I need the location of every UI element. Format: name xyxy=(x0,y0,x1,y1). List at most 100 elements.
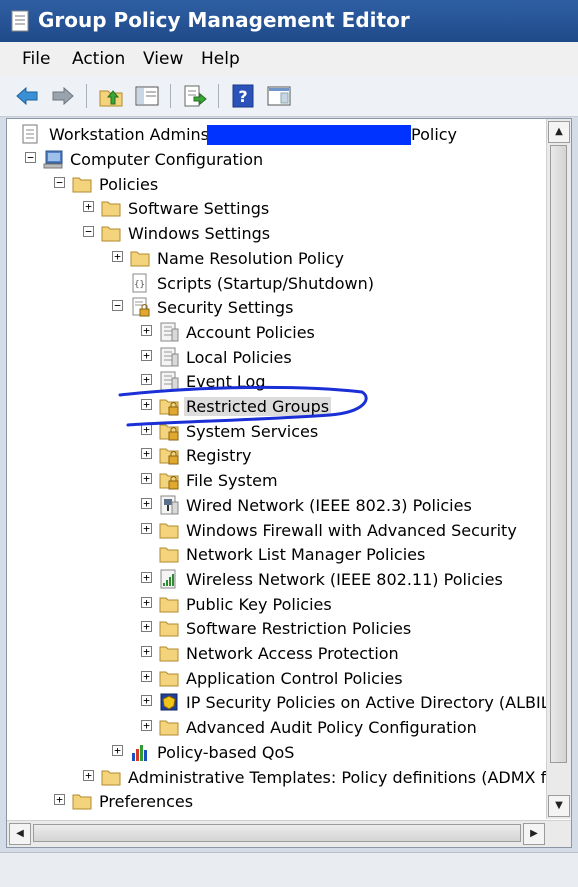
scroll-down-button[interactable]: ▼ xyxy=(548,795,570,817)
folder-icon xyxy=(159,646,179,662)
tree-node-ip-security-policies-on-active-directory-albil-c[interactable]: + IP Security Policies on Active Director… xyxy=(7,691,547,715)
folder-icon xyxy=(159,671,179,687)
tree-node-label: Public Key Policies xyxy=(186,595,332,614)
collapse-toggle-icon[interactable]: − xyxy=(25,152,36,163)
tree-node-windows-settings[interactable]: − Windows Settings xyxy=(7,222,547,246)
tree-node-label: Local Policies xyxy=(186,348,292,367)
wireless-network-icon xyxy=(160,569,176,589)
tree-node-restricted-groups[interactable]: + Restricted Groups xyxy=(7,395,547,419)
tree-node-network-list-manager-policies[interactable]: Network List Manager Policies xyxy=(7,543,547,567)
expand-toggle-icon[interactable]: + xyxy=(141,597,152,608)
expand-toggle-icon[interactable]: + xyxy=(83,201,94,212)
menu-action[interactable]: Action xyxy=(72,49,125,69)
tree-node-advanced-audit-policy-configuration[interactable]: + Advanced Audit Policy Configuration xyxy=(7,716,547,740)
expand-toggle-icon[interactable]: + xyxy=(141,498,152,509)
tree-node-wired-network-ieee-802-3-policies[interactable]: + Wired Network (IEEE 802.3) Policies xyxy=(7,494,547,518)
tree-node-account-policies[interactable]: + Account Policies xyxy=(7,321,547,345)
show-hide-tree-icon[interactable] xyxy=(134,83,160,109)
scroll-up-button[interactable]: ▲ xyxy=(548,121,570,143)
collapse-toggle-icon[interactable]: − xyxy=(112,300,123,311)
collapse-toggle-icon[interactable]: − xyxy=(54,177,65,188)
up-folder-icon[interactable] xyxy=(98,83,124,109)
tree-node-local-policies[interactable]: + Local Policies xyxy=(7,346,547,370)
qos-chart-icon xyxy=(132,745,147,761)
tree-node-registry[interactable]: + Registry xyxy=(7,444,547,468)
locked-folder-icon xyxy=(159,399,179,416)
folder-icon xyxy=(101,770,121,786)
tree-node-label: Computer Configuration xyxy=(70,150,264,169)
tree-node-administrative-templates-policy-definitions-admx-files[interactable]: + Administrative Templates: Policy defini… xyxy=(7,766,547,790)
tree-root-gpo[interactable]: Workstation Admins Policy xyxy=(15,123,535,147)
tree-node-wireless-network-ieee-802-11-policies[interactable]: + Wireless Network (IEEE 802.11) Policies xyxy=(7,568,547,592)
expand-toggle-icon[interactable]: + xyxy=(141,473,152,484)
expand-toggle-icon[interactable]: + xyxy=(54,794,65,805)
collapse-toggle-icon[interactable]: − xyxy=(83,226,94,237)
expand-toggle-icon[interactable]: + xyxy=(141,695,152,706)
expand-toggle-icon[interactable]: + xyxy=(141,572,152,583)
tree-node-label: Name Resolution Policy xyxy=(157,249,344,268)
toolbar-separator xyxy=(218,84,219,108)
tree-node-label: Software Settings xyxy=(128,199,270,218)
tree-node-label: Policies xyxy=(99,175,159,194)
scroll-right-button[interactable]: ▶ xyxy=(523,823,545,845)
back-arrow-icon[interactable] xyxy=(14,83,40,109)
vertical-scrollbar[interactable]: ▲ ▼ xyxy=(546,119,571,819)
expand-toggle-icon[interactable]: + xyxy=(141,671,152,682)
expand-toggle-icon[interactable]: + xyxy=(112,745,123,756)
tree-node-scripts-startup-shutdown[interactable]: {} Scripts (Startup/Shutdown) xyxy=(7,272,547,296)
security-settings-icon xyxy=(132,297,150,317)
tree-node-preferences[interactable]: + Preferences xyxy=(7,790,547,814)
tree-node-policies[interactable]: − Policies xyxy=(7,173,547,197)
export-list-icon[interactable] xyxy=(182,83,208,109)
expand-toggle-icon[interactable]: + xyxy=(141,720,152,731)
policy-doc-icon xyxy=(160,371,179,391)
vertical-scroll-thumb[interactable] xyxy=(550,145,567,763)
tree-node-label: Software Restriction Policies xyxy=(186,619,412,638)
horizontal-scrollbar[interactable]: ◀ ▶ xyxy=(7,820,571,847)
tree-node-software-restriction-policies[interactable]: + Software Restriction Policies xyxy=(7,617,547,641)
status-bar xyxy=(0,852,578,887)
folder-icon xyxy=(101,226,121,242)
tree-node-computer-configuration[interactable]: − Computer Configuration xyxy=(7,148,547,172)
folder-icon xyxy=(159,597,179,613)
expand-toggle-icon[interactable]: + xyxy=(141,523,152,534)
forward-arrow-icon[interactable] xyxy=(50,83,76,109)
horizontal-scroll-thumb[interactable] xyxy=(33,824,521,842)
expand-toggle-icon[interactable]: + xyxy=(141,621,152,632)
expand-toggle-icon[interactable]: + xyxy=(141,350,152,361)
tree-node-system-services[interactable]: + System Services xyxy=(7,420,547,444)
menu-file[interactable]: File xyxy=(22,49,50,69)
scroll-left-button[interactable]: ◀ xyxy=(9,823,31,845)
properties-pane-icon[interactable] xyxy=(266,83,292,109)
tree-node-public-key-policies[interactable]: + Public Key Policies xyxy=(7,593,547,617)
tree-node-application-control-policies[interactable]: + Application Control Policies xyxy=(7,667,547,691)
help-icon[interactable]: ? xyxy=(230,83,256,109)
tree-node-name-resolution-policy[interactable]: + Name Resolution Policy xyxy=(7,247,547,271)
folder-icon xyxy=(72,177,92,193)
expand-toggle-icon[interactable]: + xyxy=(141,374,152,385)
tree-node-file-system[interactable]: + File System xyxy=(7,469,547,493)
expand-toggle-icon[interactable]: + xyxy=(141,448,152,459)
menu-help[interactable]: Help xyxy=(201,49,240,69)
tree-node-event-log[interactable]: + Event Log xyxy=(7,370,547,394)
expand-toggle-icon[interactable]: + xyxy=(141,325,152,336)
tree-node-security-settings[interactable]: − Security Settings xyxy=(7,296,547,320)
tree-node-windows-firewall-with-advanced-security[interactable]: + Windows Firewall with Advanced Security xyxy=(7,519,547,543)
policy-tree: Workstation Admins Policy − Computer Conf… xyxy=(7,119,547,819)
tree-node-label: System Services xyxy=(186,422,319,441)
tree-node-label: Restricted Groups xyxy=(184,397,332,416)
toolbar-separator xyxy=(86,84,87,108)
tree-node-label: Scripts (Startup/Shutdown) xyxy=(157,274,374,293)
tree-node-policy-based-qos[interactable]: + Policy-based QoS xyxy=(7,741,547,765)
expand-toggle-icon[interactable]: + xyxy=(112,251,123,262)
expand-toggle-icon[interactable]: + xyxy=(83,770,94,781)
scripts-icon: {} xyxy=(132,273,147,293)
tree-node-software-settings[interactable]: + Software Settings xyxy=(7,197,547,221)
expand-toggle-icon[interactable]: + xyxy=(141,399,152,410)
expand-toggle-icon[interactable]: + xyxy=(141,424,152,435)
locked-folder-icon xyxy=(159,448,179,465)
expand-toggle-icon[interactable]: + xyxy=(141,646,152,657)
menu-view[interactable]: View xyxy=(143,49,183,69)
tree-node-network-access-protection[interactable]: + Network Access Protection xyxy=(7,642,547,666)
tree-node-label: Windows Firewall with Advanced Security xyxy=(186,521,517,540)
